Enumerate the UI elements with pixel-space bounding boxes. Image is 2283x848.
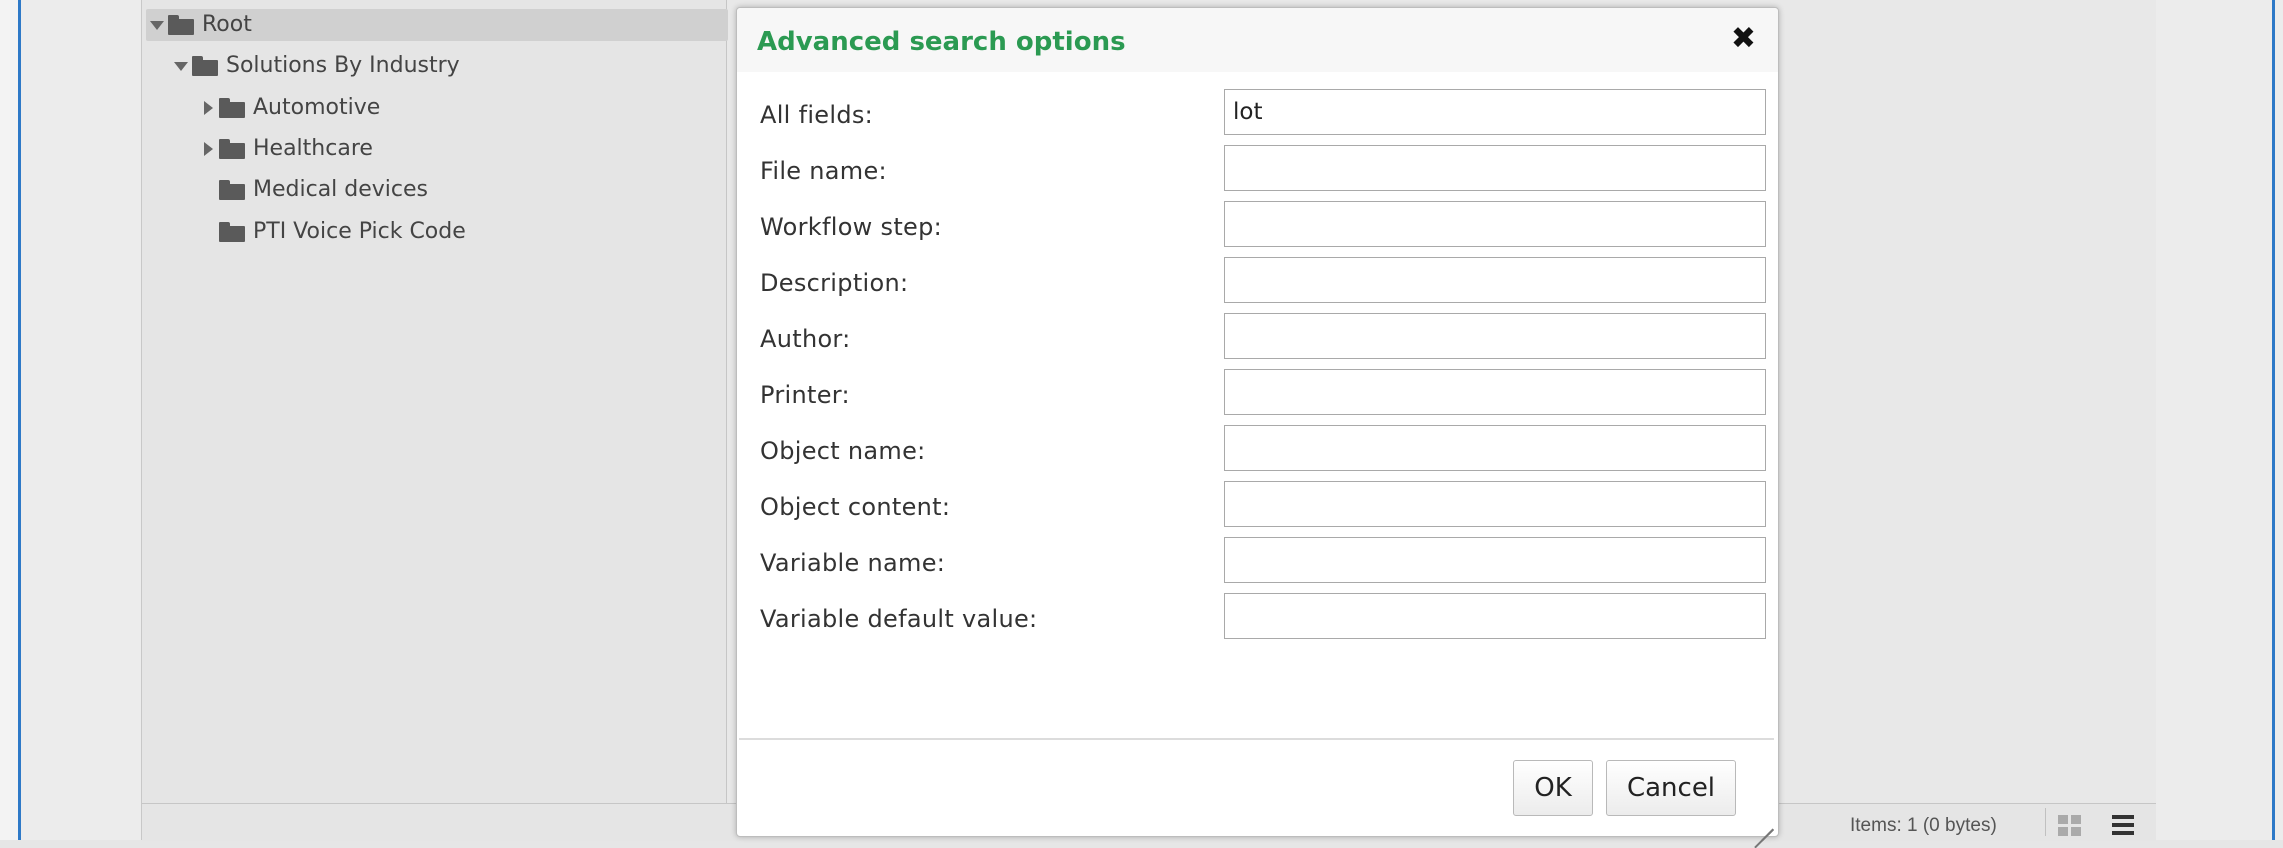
variable-default-value-input[interactable] <box>1224 593 1766 639</box>
collapse-arrow-icon[interactable] <box>204 101 213 115</box>
tree-item-healthcare[interactable]: Healthcare <box>204 133 373 165</box>
right-panel <box>2156 0 2283 840</box>
field-label: Object content: <box>760 493 951 521</box>
window-left-edge <box>0 0 21 840</box>
expand-arrow-icon[interactable] <box>174 61 188 71</box>
tree-item-label: Solutions By Industry <box>226 53 460 78</box>
field-label: Workflow step: <box>760 213 943 241</box>
folder-icon <box>219 139 245 159</box>
tree-item-pti-voice-pick-code[interactable]: PTI Voice Pick Code <box>219 216 466 248</box>
window-right-edge <box>2272 0 2275 840</box>
dialog-header: Advanced search options ✖ <box>737 8 1778 72</box>
field-label: Printer: <box>760 381 850 409</box>
tree-item-label: Medical devices <box>253 177 429 202</box>
advanced-search-dialog: Advanced search options ✖ All fields: Fi… <box>736 7 1779 848</box>
cancel-button[interactable]: Cancel <box>1606 760 1736 816</box>
expand-arrow-icon[interactable] <box>150 20 164 30</box>
left-column <box>21 0 142 840</box>
ok-button[interactable]: OK <box>1513 760 1593 816</box>
all-fields-input[interactable] <box>1224 89 1766 135</box>
field-label: Variable name: <box>760 549 946 577</box>
tree-item-medical-devices[interactable]: Medical devices <box>219 174 428 206</box>
folder-icon <box>168 15 194 35</box>
description-input[interactable] <box>1224 257 1766 303</box>
dialog-divider <box>739 738 1774 740</box>
file-name-input[interactable] <box>1224 145 1766 191</box>
workflow-step-input[interactable] <box>1224 201 1766 247</box>
tree-item-label: Automotive <box>253 95 381 120</box>
collapse-arrow-icon[interactable] <box>204 142 213 156</box>
printer-input[interactable] <box>1224 369 1766 415</box>
list-view-icon[interactable] <box>2112 814 2134 836</box>
resize-grip-icon[interactable] <box>1752 810 1774 848</box>
tree-item-automotive[interactable]: Automotive <box>204 92 380 124</box>
tree-item-label: PTI Voice Pick Code <box>253 219 466 244</box>
grid-view-icon[interactable] <box>2058 815 2082 837</box>
close-icon[interactable]: ✖ <box>1731 24 1756 54</box>
field-label: File name: <box>760 157 887 185</box>
tree-item-label: Root <box>202 12 252 37</box>
folder-icon <box>219 222 245 242</box>
field-label: Description: <box>760 269 909 297</box>
author-input[interactable] <box>1224 313 1766 359</box>
dialog-title: Advanced search options <box>757 27 1126 57</box>
field-label: Object name: <box>760 437 926 465</box>
items-count: Items: 1 (0 bytes) <box>1850 815 1997 836</box>
tree-item-label: Healthcare <box>253 136 373 161</box>
variable-name-input[interactable] <box>1224 537 1766 583</box>
tree-item-solutions-by-industry[interactable]: Solutions By Industry <box>174 50 460 82</box>
field-label: Author: <box>760 325 851 353</box>
object-content-input[interactable] <box>1224 481 1766 527</box>
field-label: Variable default value: <box>760 605 1038 633</box>
folder-icon <box>192 56 218 76</box>
folder-tree: Root Solutions By Industry Automotive He… <box>142 0 728 803</box>
object-name-input[interactable] <box>1224 425 1766 471</box>
field-label: All fields: <box>760 101 874 129</box>
folder-icon <box>219 98 245 118</box>
tree-item-root[interactable]: Root <box>146 9 728 41</box>
status-divider <box>2045 808 2046 836</box>
folder-icon <box>219 180 245 200</box>
